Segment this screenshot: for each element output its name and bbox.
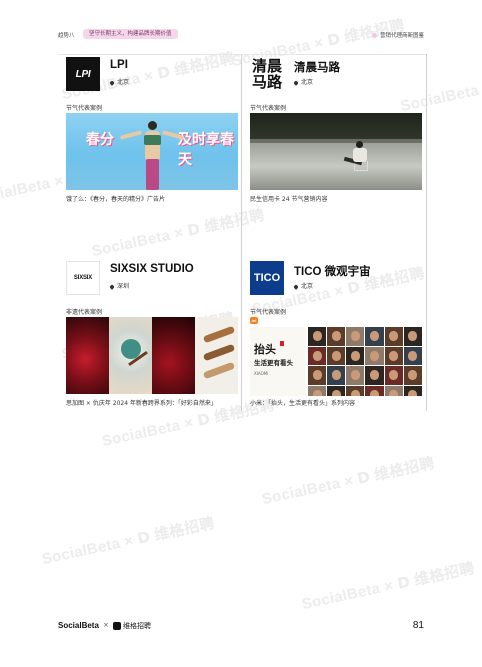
watermark: SocialBeta × 𝗗 维格招聘: [40, 514, 217, 569]
agency-location: 北京: [109, 77, 129, 86]
case-caption: 小米：「抬头，生活更有看头」系列内容: [250, 400, 356, 407]
agency-card-lpi: LPI LPI 北京 节气代表案例 春分 及时享春天 饿了么：《春分，春天的精分…: [66, 57, 238, 227]
agency-location: 北京: [293, 77, 313, 86]
xiaomi-logo-icon: mi: [250, 317, 258, 324]
dancer-figure: [119, 121, 185, 190]
chapter-title-pill: 坚守长期主义，构建品牌长期价值: [83, 29, 178, 39]
footer-separator: ×: [103, 621, 109, 629]
agency-card-tico: TICO TICO 微观宇宙 北京 节气代表案例 mi 抬头 生活更有看头 XI…: [250, 261, 422, 431]
case-image: 抬头 生活更有看头 XIAOMI: [250, 327, 422, 396]
column-divider: [241, 54, 242, 411]
location-pin-icon: [293, 283, 299, 290]
agency-name: TICO 微观宇宙: [294, 266, 371, 278]
page-footer: SocialBeta × 维格招聘 81: [58, 620, 424, 633]
watermark: SocialBeta × 𝗗 维格招聘: [300, 559, 477, 614]
agency-location: 深圳: [109, 281, 129, 290]
agency-card-sixsix: SIXSIX SIXSIX STUDIO 深圳 非遗代表案例 思加图 × 仇庆年…: [66, 261, 238, 431]
case-image: [250, 113, 422, 190]
agency-name: 清晨马路: [294, 62, 340, 74]
agency-location: 北京: [293, 281, 313, 290]
seated-person-figure: [343, 141, 370, 171]
case-label: 节气代表案例: [250, 309, 287, 316]
page-number: 81: [412, 620, 424, 631]
case-label: 节气代表案例: [66, 105, 103, 112]
column-divider: [426, 54, 427, 411]
case-caption: 民生信用卡 24 节气营销内容: [250, 196, 328, 203]
poster-subtitle: 生活更有看头: [254, 359, 293, 367]
case-image: [66, 317, 238, 394]
partner-logo: 维格招聘: [113, 621, 151, 631]
case-label: 节气代表案例: [250, 105, 287, 112]
poster-title: 抬头: [254, 343, 276, 356]
image-headline: 春分: [86, 132, 114, 148]
partner-logo-icon: [113, 622, 121, 630]
chapter-label: 趋势八: [58, 33, 75, 39]
case-caption: 饿了么：《春分，春天的精分》广告片: [66, 196, 166, 203]
poster-brand: XIAOMI: [254, 371, 269, 376]
section-tag: 营销代理商新图鉴: [371, 31, 424, 39]
watermark: SocialBeta × 𝗗 维格招聘: [260, 454, 437, 509]
qingchen-logo: 清晨 马路: [250, 57, 284, 91]
location-pin-icon: [109, 79, 115, 86]
portrait-grid: [308, 327, 422, 396]
agency-card-qingchen: 清晨 马路 清晨马路 北京 节气代表案例 民生信用卡 24 节气营销内容: [250, 57, 422, 227]
agency-name: LPI: [110, 59, 128, 71]
case-caption: 思加图 × 仇庆年 2024 年新春跨界系列：「好彩自然来」: [66, 400, 217, 407]
pink-dot-icon: [371, 33, 377, 38]
case-label: 非遗代表案例: [66, 309, 103, 316]
lpi-logo: LPI: [66, 57, 100, 91]
tico-logo: TICO: [250, 261, 284, 295]
image-headline: 及时享春天: [178, 132, 234, 168]
location-pin-icon: [293, 79, 299, 86]
poster: 抬头 生活更有看头 XIAOMI: [250, 327, 306, 396]
socialbeta-logo: SocialBeta: [58, 621, 99, 630]
row-divider: [58, 54, 426, 55]
case-image: 春分 及时享春天: [66, 113, 238, 190]
sixsix-logo: SIXSIX: [66, 261, 100, 295]
page-header: 趋势八 坚守长期主义，构建品牌长期价值 营销代理商新图鉴: [58, 29, 424, 43]
location-pin-icon: [109, 283, 115, 290]
agency-name: SIXSIX STUDIO: [110, 263, 194, 275]
